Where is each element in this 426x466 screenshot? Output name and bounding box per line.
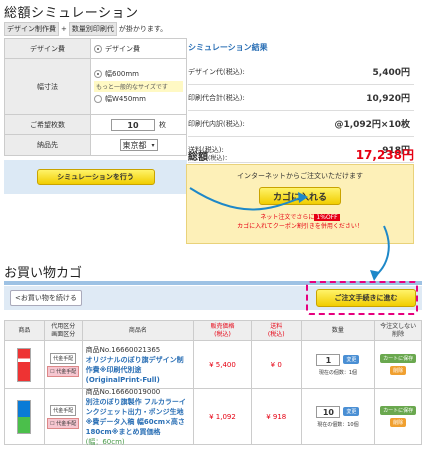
table-row: 代金手配 ☐ 代金手配 商品No.16660021365 オリジナルのぼり旗デザイ… xyxy=(5,341,421,389)
product-thumbnail xyxy=(17,347,32,382)
cart-title: お買い物カゴ xyxy=(4,266,83,281)
change-button[interactable]: 変更 xyxy=(343,407,360,416)
continue-shopping-button[interactable]: <お買い物を続ける xyxy=(10,290,82,306)
table-row: 代金手配 ☐ 代金手配 商品No.16660019000 別注のぼり旗製作 フルカ… xyxy=(5,388,421,446)
save-for-later-button[interactable]: カートに保存 xyxy=(380,406,417,415)
delete-button[interactable]: 削除 xyxy=(390,366,407,375)
checkout-highlight xyxy=(306,281,418,315)
change-button[interactable]: 変更 xyxy=(343,355,360,364)
product-thumbnail xyxy=(17,399,32,434)
cart-table: 商品 代用区分 画面区分 商品名 販売価格 (税込) 送料 (税込) 数量 今注… xyxy=(4,320,422,446)
table-header: 商品 代用区分 画面区分 商品名 販売価格 (税込) 送料 (税込) 数量 今注… xyxy=(5,321,421,341)
product-link[interactable]: オリジナルのぼり旗デザイン制作費※印刷代別途 (OriginalPrint-Fu… xyxy=(86,355,190,385)
row-qty-input[interactable]: 1 xyxy=(316,353,341,366)
product-link[interactable]: 別注のぼり旗製作 フルカラーインクジェット出力・ポンジ生地 ※費データ入稿 幅6… xyxy=(86,397,190,437)
save-for-later-button[interactable]: カートに保存 xyxy=(380,354,417,363)
delete-button[interactable]: 削除 xyxy=(390,418,407,427)
row-qty-input[interactable]: 10 xyxy=(316,405,341,418)
